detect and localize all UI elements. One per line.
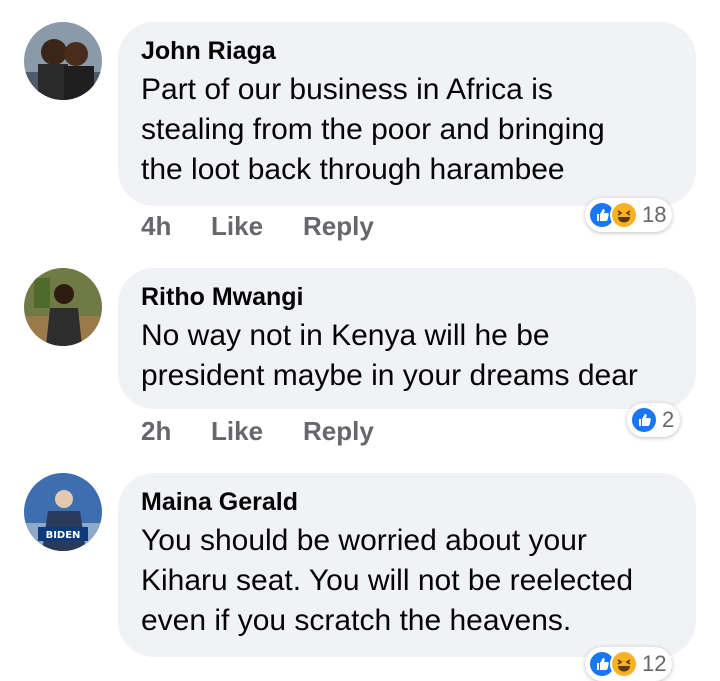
reaction-count: 12 — [642, 651, 667, 676]
comment-author[interactable]: Ritho Mwangi — [141, 282, 672, 312]
like-button[interactable]: Like — [211, 416, 303, 447]
haha-reaction-icon — [610, 201, 638, 229]
comment-author[interactable]: John Riaga — [141, 36, 672, 66]
comment-text-line: Part of our business in Africa is — [141, 73, 553, 106]
comment-bubble[interactable]: Ritho Mwangi No way not in Kenya will he… — [118, 268, 696, 409]
comment-text: You should be worried about your Kiharu … — [141, 521, 672, 641]
reply-button[interactable]: Reply — [303, 211, 374, 242]
avatar[interactable] — [24, 22, 102, 100]
haha-reaction-icon — [610, 650, 638, 678]
reaction-summary[interactable]: 12 — [585, 647, 673, 681]
comment-author[interactable]: Maina Gerald — [141, 487, 672, 517]
comment-text-line: Kiharu seat. You will not be reelected — [141, 564, 633, 597]
comment-text-line: president maybe in your dreams dear — [141, 359, 638, 392]
avatar-badge-text: BIDEN — [46, 530, 81, 541]
reaction-count: 18 — [642, 202, 667, 227]
reaction-summary[interactable]: 18 — [585, 198, 673, 232]
like-reaction-icon — [630, 406, 658, 434]
comment-timestamp[interactable]: 2h — [141, 416, 201, 447]
reaction-summary[interactable]: 2 — [627, 403, 681, 437]
comment-bubble[interactable]: Maina Gerald You should be worried about… — [118, 473, 696, 657]
comment-text: No way not in Kenya will he be president… — [141, 316, 672, 396]
comment-text: Part of our business in Africa is steali… — [141, 70, 672, 190]
comment-bubble[interactable]: John Riaga Part of our business in Afric… — [118, 22, 696, 206]
comment-timestamp[interactable]: 4h — [141, 211, 201, 242]
reply-button[interactable]: Reply — [303, 416, 374, 447]
comment-text-line: stealing from the poor and bringing — [141, 113, 605, 146]
comment-text-line: even if you scratch the heavens. — [141, 604, 572, 637]
comment-text-line: No way not in Kenya will he be — [141, 319, 550, 352]
like-button[interactable]: Like — [211, 211, 303, 242]
avatar[interactable]: BIDEN — [24, 473, 102, 551]
avatar[interactable] — [24, 268, 102, 346]
comment-text-line: the loot back through harambee — [141, 153, 565, 186]
reaction-count: 2 — [662, 407, 675, 432]
comment-actions: 4h Like Reply — [141, 211, 374, 242]
comment-text-line: You should be worried about your — [141, 524, 587, 557]
comment-actions: 2h Like Reply — [141, 416, 374, 447]
